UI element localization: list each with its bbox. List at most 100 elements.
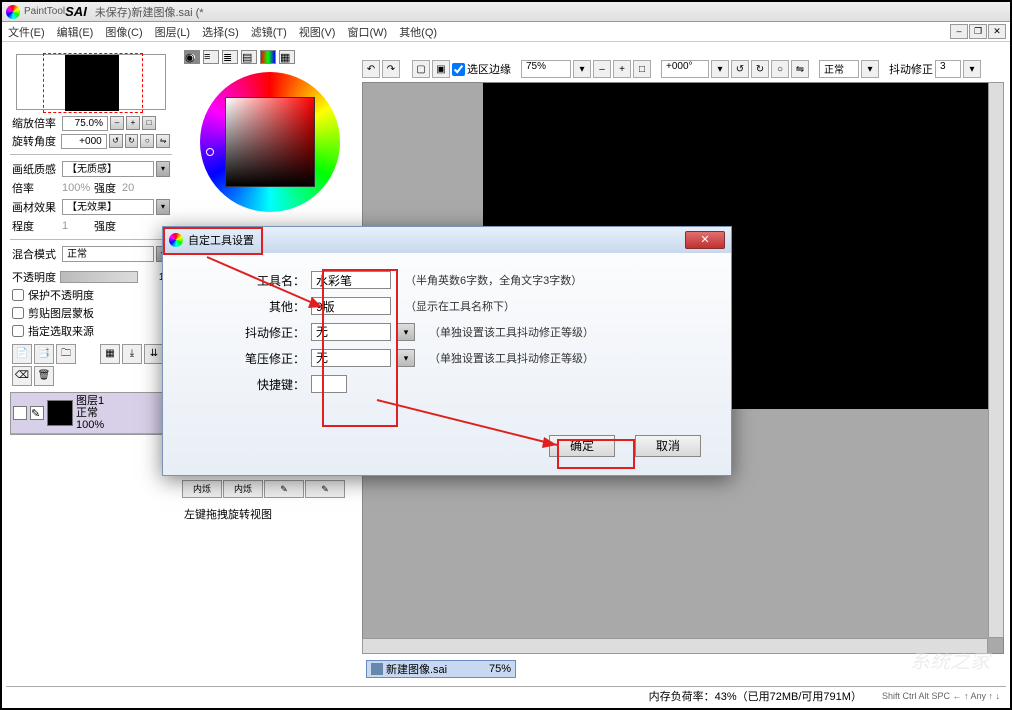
zoom-out-button[interactable]: – xyxy=(593,60,611,78)
menu-file[interactable]: 文件(E) xyxy=(8,24,45,40)
swatch-mode1-icon[interactable]: ≡ xyxy=(203,50,219,64)
color-square[interactable] xyxy=(225,97,315,187)
menu-filter[interactable]: 滤镜(T) xyxy=(251,24,287,40)
dialog-icon xyxy=(169,233,183,247)
rotate-reset-button[interactable]: ○ xyxy=(771,60,789,78)
redo-button[interactable]: ↷ xyxy=(382,60,400,78)
horizontal-scrollbar[interactable] xyxy=(362,638,988,654)
other-input[interactable] xyxy=(311,297,391,315)
color-wheel-mode-icon[interactable]: ◉ xyxy=(184,50,200,64)
effect-select[interactable]: 【无效果】 xyxy=(62,199,154,215)
new-folder-button[interactable]: 🗀 xyxy=(56,344,76,364)
rotation-value[interactable]: +000° xyxy=(661,60,709,78)
left-panel: 缩放倍率 75.0% – + □ 旋转角度 +000 ↺ ↻ ○ ⇋ 画纸质感 … xyxy=(6,44,176,682)
swatch-mode3-icon[interactable]: ▤ xyxy=(241,50,257,64)
opacity-label: 不透明度 xyxy=(12,269,56,285)
swatch-mode5-icon[interactable]: ▦ xyxy=(279,50,295,64)
stab-dropdown-icon[interactable]: ▾ xyxy=(397,323,415,341)
vertical-scrollbar[interactable] xyxy=(988,82,1004,638)
press-select[interactable]: 无 xyxy=(311,349,391,367)
zoom-fit-button[interactable]: □ xyxy=(633,60,651,78)
flip-button[interactable]: ⇋ xyxy=(156,134,170,148)
press-label: 笔压修正： xyxy=(183,350,305,367)
cancel-button[interactable]: 取消 xyxy=(635,435,701,457)
layer-mode: 正常 xyxy=(76,407,169,419)
blend-select[interactable]: 正常 xyxy=(62,246,154,262)
merge-down-button[interactable]: ⇊ xyxy=(144,344,164,364)
menu-window[interactable]: 窗口(W) xyxy=(347,24,387,40)
tool-name-input[interactable] xyxy=(311,271,391,289)
flip-h-button[interactable]: ⇋ xyxy=(791,60,809,78)
mode-dropdown-icon[interactable]: ▾ xyxy=(861,60,879,78)
zoom-reset-button[interactable]: □ xyxy=(142,116,156,130)
custom-tool-dialog: 自定工具设置 ✕ 工具名： （半角英数6字数，全角文字3字数） 其他： （显示在… xyxy=(162,226,732,476)
document-tab[interactable]: 新建图像.sai 75% xyxy=(366,660,516,678)
layer-item[interactable]: ✎ 图层1 正常 100% xyxy=(11,393,171,434)
zoom-plus-button[interactable]: + xyxy=(126,116,140,130)
stabilizer-value[interactable]: 3 xyxy=(935,60,961,78)
undo-button[interactable]: ↶ xyxy=(362,60,380,78)
delete-layer-button[interactable]: 🗑 xyxy=(34,366,54,386)
effect-dropdown-icon[interactable]: ▾ xyxy=(156,199,170,215)
dialog-titlebar[interactable]: 自定工具设置 ✕ xyxy=(163,227,731,253)
tool-2[interactable]: 内烁 xyxy=(223,480,263,498)
close-button[interactable]: ✕ xyxy=(988,24,1006,39)
sel-edge-checkbox[interactable] xyxy=(452,63,465,76)
rot-cw-button[interactable]: ↻ xyxy=(125,134,139,148)
selection-source-checkbox[interactable] xyxy=(12,325,24,337)
zoom-value[interactable]: 75.0% xyxy=(62,116,108,131)
mask-button[interactable]: ▦ xyxy=(100,344,120,364)
protect-alpha-checkbox[interactable] xyxy=(12,289,24,301)
navigator-thumbnail[interactable] xyxy=(16,54,166,110)
new-layer-button[interactable]: 📄 xyxy=(12,344,32,364)
opacity-slider[interactable] xyxy=(60,271,138,283)
clear-layer-button[interactable]: ⌫ xyxy=(12,366,32,386)
texture-select[interactable]: 【无质感】 xyxy=(62,161,154,177)
press-dropdown-icon[interactable]: ▾ xyxy=(397,349,415,367)
tool-name-label: 工具名： xyxy=(183,272,305,289)
rotation-value-nav[interactable]: +000 xyxy=(61,134,106,149)
menu-image[interactable]: 图像(C) xyxy=(105,24,142,40)
zoom-select[interactable]: 75% xyxy=(521,60,571,78)
app-brand: SAI xyxy=(65,4,87,19)
menu-other[interactable]: 其他(Q) xyxy=(399,24,437,40)
clipping-mask-checkbox[interactable] xyxy=(12,307,24,319)
display-mode[interactable]: 正常 xyxy=(819,60,859,78)
zoom-minus-button[interactable]: – xyxy=(110,116,124,130)
ok-button[interactable]: 确定 xyxy=(549,435,615,457)
layer-opacity: 100% xyxy=(76,419,169,431)
deselect-button[interactable]: ▢ xyxy=(412,60,430,78)
minimize-button[interactable]: – xyxy=(950,24,968,39)
stab-select[interactable]: 无 xyxy=(311,323,391,341)
layer-edit-icon[interactable]: ✎ xyxy=(30,406,44,420)
tool-1[interactable]: 内烁 xyxy=(182,480,222,498)
swatch-mode4-icon[interactable] xyxy=(260,50,276,64)
doc-tab-name: 新建图像.sai xyxy=(386,661,447,677)
rot-reset-button[interactable]: ○ xyxy=(140,134,154,148)
menu-edit[interactable]: 编辑(E) xyxy=(57,24,94,40)
rotate-cw-button[interactable]: ↻ xyxy=(751,60,769,78)
menu-view[interactable]: 视图(V) xyxy=(299,24,336,40)
new-linework-button[interactable]: 📑 xyxy=(34,344,54,364)
menu-bar: 文件(E) 编辑(E) 图像(C) 图层(L) 选择(S) 滤镜(T) 视图(V… xyxy=(2,22,1010,42)
transfer-down-button[interactable]: ⤓ xyxy=(122,344,142,364)
layer-visibility-icon[interactable] xyxy=(13,406,27,420)
zoom-in-button[interactable]: + xyxy=(613,60,631,78)
texture-dropdown-icon[interactable]: ▾ xyxy=(156,161,170,177)
rot-ccw-button[interactable]: ↺ xyxy=(109,134,123,148)
color-wheel[interactable] xyxy=(200,72,340,212)
rotate-ccw-button[interactable]: ↺ xyxy=(731,60,749,78)
stabilizer-dropdown-icon[interactable]: ▾ xyxy=(963,60,981,78)
menu-select[interactable]: 选择(S) xyxy=(202,24,239,40)
menu-layer[interactable]: 图层(L) xyxy=(155,24,190,40)
shortcut-input[interactable] xyxy=(311,375,347,393)
layer-thumbnail xyxy=(47,400,73,426)
tool-3[interactable]: ✎ xyxy=(264,480,304,498)
dialog-close-button[interactable]: ✕ xyxy=(685,231,725,249)
zoom-dropdown-icon[interactable]: ▾ xyxy=(573,60,591,78)
rotation-dropdown-icon[interactable]: ▾ xyxy=(711,60,729,78)
tool-4[interactable]: ✎ xyxy=(305,480,345,498)
maximize-button[interactable]: ❐ xyxy=(969,24,987,39)
swatch-mode2-icon[interactable]: ≣ xyxy=(222,50,238,64)
invert-sel-button[interactable]: ▣ xyxy=(432,60,450,78)
